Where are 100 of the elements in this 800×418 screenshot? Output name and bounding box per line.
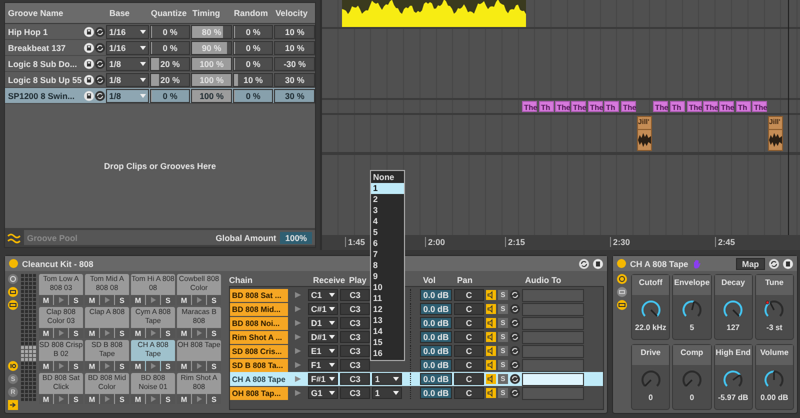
play-note-field[interactable]: C3 [340, 359, 370, 371]
menu-item[interactable]: 11 [371, 293, 404, 304]
save-icon[interactable] [84, 42, 94, 52]
hot-swap-icon[interactable] [510, 290, 520, 300]
audio-to-field[interactable] [522, 372, 584, 386]
groove-row[interactable]: Logic 8 Sub Up 55 1/8 20 % 100 % 10 % 30 % [5, 72, 315, 88]
speaker-icon[interactable] [486, 374, 496, 384]
receive-dropdown[interactable]: E1 [308, 345, 338, 357]
hot-swap-icon[interactable] [95, 74, 106, 84]
hot-swap-icon[interactable] [510, 346, 520, 356]
menu-item[interactable]: 12 [371, 304, 404, 315]
speaker-icon[interactable] [486, 304, 496, 314]
io-icon[interactable] [8, 361, 18, 371]
value-slider[interactable]: 100 % [191, 88, 232, 102]
value-slider[interactable]: 30 % [274, 88, 315, 102]
speaker-icon[interactable] [486, 290, 496, 300]
play-note-field[interactable]: C3 [340, 303, 370, 315]
pan-field[interactable]: C [454, 289, 484, 301]
menu-item[interactable]: 2 [371, 194, 404, 205]
menu-item[interactable]: 5 [371, 227, 404, 238]
speaker-icon[interactable] [486, 346, 496, 356]
map-button[interactable]: Map [736, 258, 765, 270]
global-amount-field[interactable]: 100% [280, 232, 312, 244]
audio-to-field[interactable] [522, 330, 584, 344]
value-slider[interactable]: 0 % [150, 24, 190, 38]
speaker-icon[interactable] [486, 318, 496, 328]
speaker-icon[interactable] [486, 332, 496, 342]
pan-field[interactable]: C [454, 331, 484, 343]
volume-field[interactable]: 0.0 dB [420, 303, 452, 315]
hot-swap-icon[interactable] [769, 258, 779, 268]
menu-item[interactable]: 16 [371, 348, 404, 359]
audio-to-field[interactable] [522, 302, 584, 316]
base-dropdown[interactable]: 1/8 [106, 56, 149, 70]
volume-field[interactable]: 0.0 dB [420, 331, 452, 343]
bar-icon[interactable] [8, 300, 18, 310]
value-slider[interactable]: 20 % [150, 72, 190, 86]
pan-field[interactable]: C [454, 345, 484, 357]
volume-field[interactable]: 0.0 dB [420, 359, 452, 371]
receive-dropdown[interactable]: D#1 [308, 331, 338, 343]
device-on-icon[interactable] [617, 259, 626, 268]
menu-item[interactable]: 15 [371, 337, 404, 348]
base-dropdown[interactable]: 1/16 [106, 40, 149, 54]
audio-to-field[interactable] [522, 288, 584, 302]
value-slider[interactable]: -30 % [274, 56, 315, 70]
volume-field[interactable]: 0.0 dB [420, 387, 452, 399]
value-slider[interactable]: 30 % [274, 72, 315, 86]
base-dropdown[interactable]: 1/8 [106, 88, 149, 102]
menu-item[interactable]: 6 [371, 238, 404, 249]
hot-swap-icon[interactable] [510, 360, 520, 370]
speaker-icon[interactable] [486, 388, 496, 398]
play-note-field[interactable]: C3 [340, 387, 370, 399]
pan-field[interactable]: C [454, 359, 484, 371]
volume-field[interactable]: 0.0 dB [420, 373, 452, 385]
speaker-icon[interactable] [486, 360, 496, 370]
value-slider[interactable]: 10 % [274, 40, 315, 54]
menu-item[interactable]: 4 [371, 216, 404, 227]
value-slider[interactable]: 0 % [150, 88, 190, 102]
value-slider[interactable]: 0 % [232, 40, 274, 54]
pan-field[interactable]: C [454, 317, 484, 329]
hot-swap-icon[interactable] [510, 318, 520, 328]
receive-dropdown[interactable]: F#1 [308, 373, 338, 385]
menu-item[interactable]: 14 [371, 326, 404, 337]
audio-to-field[interactable] [522, 316, 584, 330]
groove-row[interactable]: Hip Hop 1 1/16 0 % 80 % 0 % 10 % [5, 24, 315, 40]
play-note-field[interactable]: C3 [340, 345, 370, 357]
menu-item[interactable]: 9 [371, 271, 404, 282]
audio-to-field[interactable] [522, 386, 584, 400]
bar-icon[interactable] [617, 300, 627, 310]
play-note-field[interactable]: C3 [340, 289, 370, 301]
spiral-icon[interactable] [617, 274, 627, 284]
save-icon[interactable] [84, 26, 94, 36]
menu-item[interactable]: 1 [371, 183, 404, 194]
receive-dropdown[interactable]: G1 [308, 387, 338, 399]
menu-item[interactable]: 8 [371, 260, 404, 271]
hot-swap-icon[interactable] [95, 90, 106, 100]
menu-item[interactable]: 3 [371, 205, 404, 216]
value-slider[interactable]: 0 % [232, 24, 274, 38]
groove-row[interactable]: Breakbeat 137 1/16 0 % 90 % 0 % 10 % [5, 40, 315, 56]
groove-row[interactable]: SP1200 8 Swin... 1/8 0 % 100 % 0 % 30 % [5, 88, 315, 104]
menu-item[interactable]: 7 [371, 249, 404, 260]
receive-dropdown[interactable]: F1 [308, 359, 338, 371]
volume-field[interactable]: 0.0 dB [420, 289, 452, 301]
pad-overview-drawing[interactable] [21, 274, 37, 402]
save-icon[interactable] [84, 58, 94, 68]
save-icon[interactable] [84, 90, 94, 100]
play-note-field[interactable]: C3 [340, 317, 370, 329]
base-dropdown[interactable]: 1/8 [106, 72, 149, 86]
list-icon[interactable] [8, 287, 18, 297]
pan-field[interactable]: C [454, 303, 484, 315]
base-dropdown[interactable]: 1/16 [106, 24, 149, 38]
value-slider[interactable]: 0 % [232, 56, 274, 70]
menu-item[interactable]: 13 [371, 315, 404, 326]
save-icon[interactable] [593, 258, 603, 268]
receive-dropdown[interactable]: C1 [308, 289, 338, 301]
groove-row[interactable]: Logic 8 Sub Do... 1/8 20 % 100 % 0 % -30 % [5, 56, 315, 72]
play-note-field[interactable]: C3 [340, 373, 370, 385]
receive-dropdown[interactable]: C#1 [308, 303, 338, 315]
menu-item[interactable]: 10 [371, 282, 404, 293]
value-slider[interactable]: 20 % [150, 56, 190, 70]
volume-field[interactable]: 0.0 dB [420, 317, 452, 329]
